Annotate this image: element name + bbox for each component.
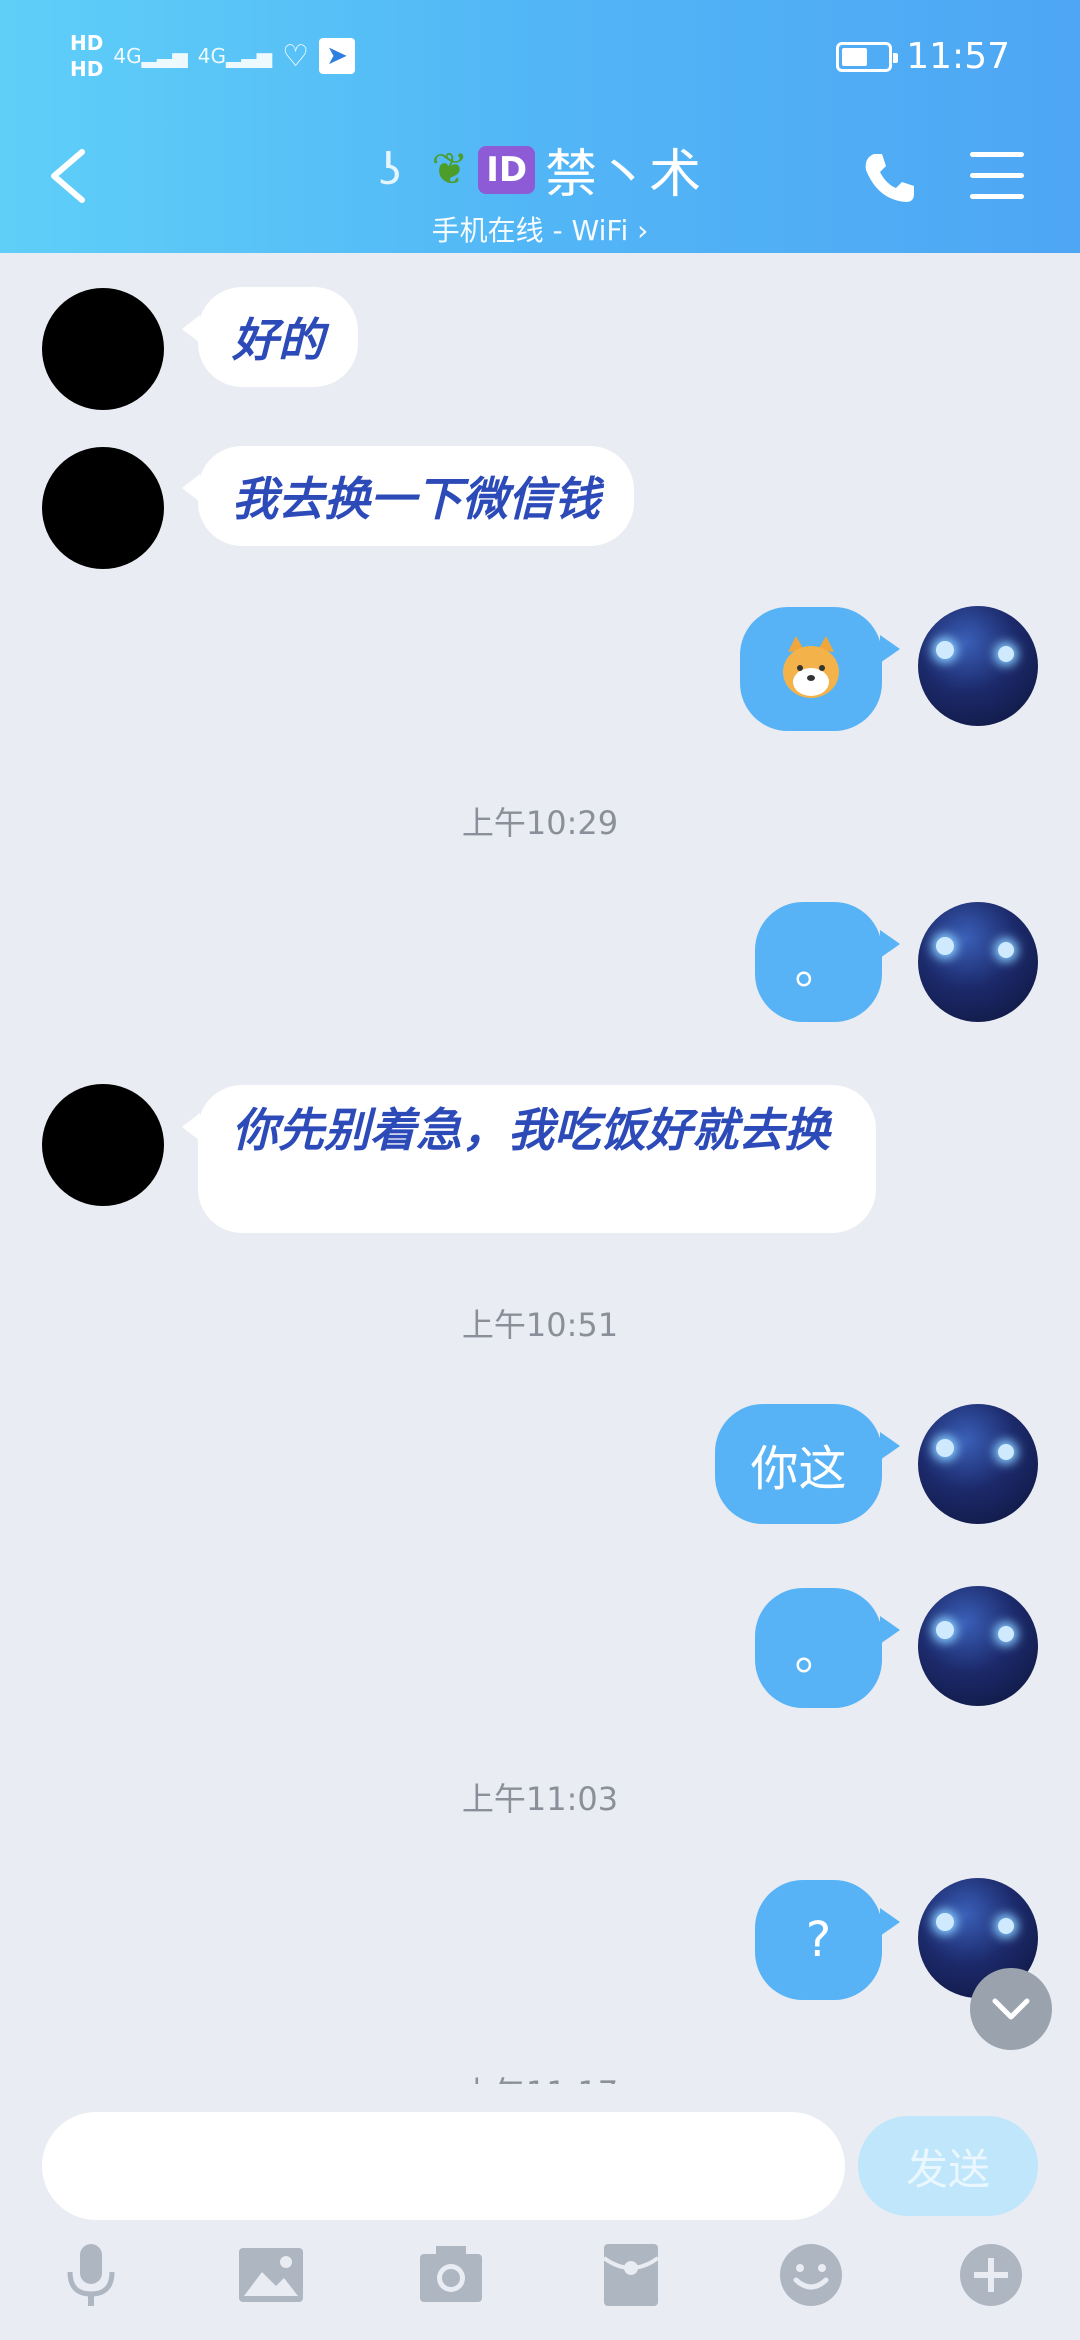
health-icon: ♡: [282, 38, 310, 74]
contact-name: 禁丶术: [545, 145, 702, 205]
contact-avatar[interactable]: [42, 447, 164, 569]
timestamp: 上午10:29: [461, 804, 619, 842]
scroll-to-bottom-button[interactable]: [970, 1968, 1052, 2050]
clock: 11:57: [906, 36, 1010, 77]
my-avatar[interactable]: [918, 1586, 1038, 1706]
phone-icon[interactable]: [860, 150, 916, 206]
chat-title[interactable]: ʖ ❦ ID 禁丶术 手机在线 - WiFi ›: [0, 132, 1080, 249]
send-button[interactable]: 发送: [858, 2116, 1038, 2216]
shiba-dog-sticker-icon: [783, 636, 839, 698]
message-text: 。: [794, 1625, 843, 1681]
contact-avatar[interactable]: [42, 1084, 164, 1206]
signal2-label: 4G: [197, 44, 226, 68]
chevron-down-icon: [992, 1998, 1030, 2020]
chevron-right-icon: ›: [637, 214, 649, 247]
message-text: 我去换一下微信钱: [232, 472, 600, 526]
image-icon[interactable]: [236, 2240, 306, 2310]
message-bubble-out[interactable]: 你这: [715, 1404, 900, 1524]
timestamp: 上午11:03: [461, 1780, 619, 1818]
message-input[interactable]: [42, 2112, 845, 2220]
message-text: 好的: [232, 313, 324, 367]
menu-icon[interactable]: [970, 152, 1024, 200]
message-bubble-out[interactable]: ?: [755, 1880, 900, 2000]
chat-header: HD HD 4G▂▃▅ 4G▂▃▅ ♡ ➤ 11:57 ʖ ❦ ID 禁丶术 手…: [0, 0, 1080, 253]
message-bubble-in[interactable]: 我去换一下微信钱: [182, 446, 634, 546]
camera-icon[interactable]: [416, 2240, 486, 2310]
message-bubble-out[interactable]: 。: [755, 1588, 900, 1708]
message-text: 你这: [750, 1441, 847, 1497]
my-avatar[interactable]: [918, 606, 1038, 726]
message-text: ?: [805, 1912, 832, 1968]
message-bubble-in[interactable]: 你先别着急，我吃饭好就去换: [182, 1085, 876, 1233]
hd1-label: HD: [70, 31, 104, 55]
hd2-label: HD: [70, 57, 104, 81]
online-status: 手机在线 - WiFi ›: [0, 209, 1080, 249]
my-avatar[interactable]: [918, 902, 1038, 1022]
battery-icon: [836, 41, 899, 72]
signal-icon: 4G▂▃▅: [113, 44, 188, 68]
message-bubble-out[interactable]: 。: [755, 902, 900, 1022]
sprout-icon: ❦: [431, 144, 469, 195]
id-badge: ID: [478, 145, 536, 194]
message-text: 你先别着急，我吃饭好就去换: [232, 1103, 830, 1157]
online-status-text: 手机在线 - WiFi: [431, 214, 629, 247]
ear-icon: ʖ: [378, 144, 402, 195]
status-bar-right: 11:57: [836, 36, 1010, 77]
status-bar-left: HD HD 4G▂▃▅ 4G▂▃▅ ♡ ➤: [70, 30, 356, 82]
timestamp: 上午10:51: [461, 1306, 619, 1344]
timestamp: 上午11:17: [0, 2068, 1080, 2084]
microphone-icon[interactable]: [56, 2240, 126, 2310]
plus-icon[interactable]: [956, 2240, 1026, 2310]
my-avatar[interactable]: [918, 1404, 1038, 1524]
red-packet-icon[interactable]: [596, 2240, 666, 2310]
message-bubble-sticker[interactable]: [740, 607, 900, 731]
message-bubble-in[interactable]: 好的: [182, 287, 358, 387]
message-text: 。: [794, 939, 843, 995]
contact-avatar[interactable]: [42, 288, 164, 410]
input-bar: 发送: [0, 2100, 1080, 2340]
send-app-icon: ➤: [319, 38, 356, 74]
emoji-icon[interactable]: [776, 2240, 846, 2310]
signal-icon: 4G▂▃▅: [197, 44, 273, 68]
signal1-label: 4G: [113, 44, 142, 68]
hd-indicator: HD HD: [70, 30, 103, 82]
